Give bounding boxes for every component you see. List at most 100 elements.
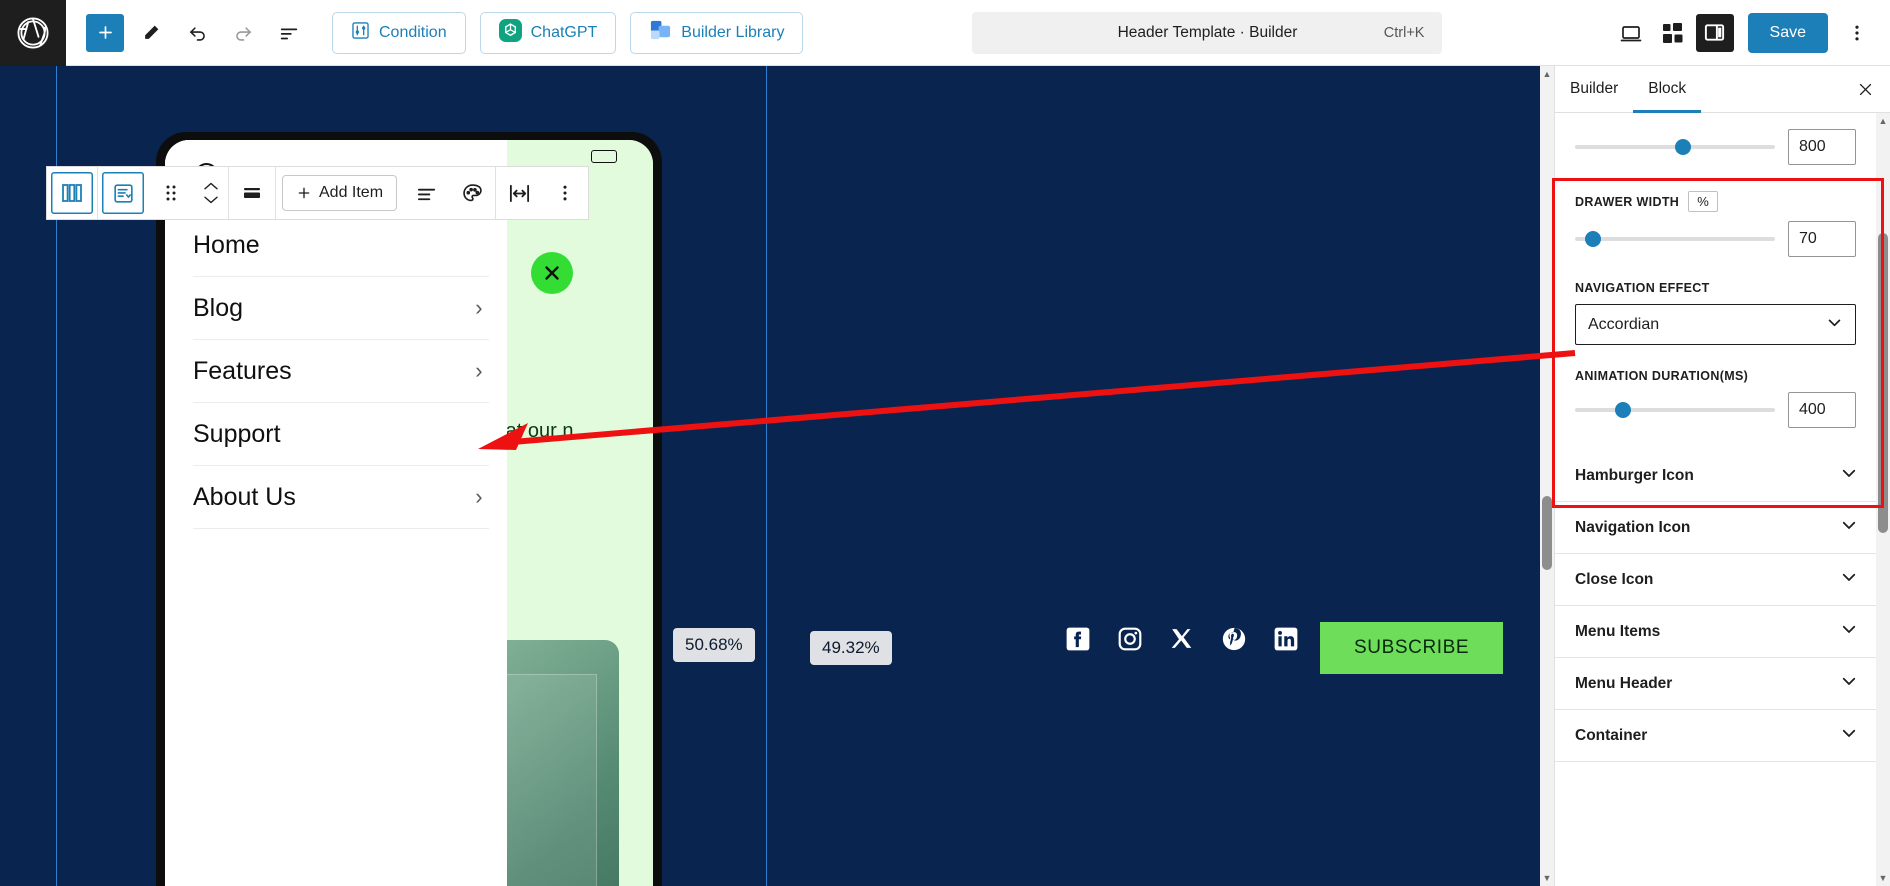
accordion-navigation-icon[interactable]: Navigation Icon xyxy=(1555,502,1876,554)
animation-duration-slider[interactable] xyxy=(1575,398,1775,422)
top-slider-value[interactable]: 800 xyxy=(1788,129,1856,165)
navigation-effect-select[interactable]: Accordian xyxy=(1575,304,1856,345)
settings-sidebar-icon[interactable] xyxy=(1695,13,1734,52)
chevron-right-icon[interactable]: › xyxy=(475,484,488,510)
blocks-icon[interactable] xyxy=(1654,14,1692,52)
chevron-right-icon[interactable]: › xyxy=(475,295,488,321)
move-up-down-icon[interactable] xyxy=(194,181,228,205)
accordion-close-icon[interactable]: Close Icon xyxy=(1555,554,1876,606)
chatgpt-button[interactable]: ChatGPT xyxy=(479,11,617,54)
canvas-scrollbar[interactable]: ▲ ▼ xyxy=(1540,66,1554,886)
tab-builder[interactable]: Builder xyxy=(1555,66,1633,113)
redo-icon[interactable] xyxy=(224,14,262,52)
chevron-down-icon xyxy=(1826,314,1843,336)
block-toolbar: Add Item xyxy=(46,166,590,220)
instagram-icon[interactable] xyxy=(1117,626,1143,652)
column-width-badge-left: 50.68% xyxy=(673,628,755,662)
accordion-label: Hamburger Icon xyxy=(1575,466,1694,484)
accordion-menu-items[interactable]: Menu Items xyxy=(1555,606,1876,658)
wordpress-logo-icon[interactable] xyxy=(0,0,66,66)
accordion-menu-header[interactable]: Menu Header xyxy=(1555,658,1876,710)
drag-handle-icon[interactable] xyxy=(148,167,194,219)
menu-item-home[interactable]: Home xyxy=(193,214,489,277)
accordion-label: Navigation Icon xyxy=(1575,518,1691,536)
add-block-button[interactable] xyxy=(86,13,124,52)
block-type-icon[interactable] xyxy=(102,172,144,214)
scroll-up-icon[interactable]: ▲ xyxy=(1540,66,1554,82)
chevron-right-icon[interactable]: › xyxy=(475,358,488,384)
tab-block[interactable]: Block xyxy=(1633,66,1701,113)
top-slider[interactable] xyxy=(1575,135,1775,159)
undo-icon[interactable] xyxy=(178,14,216,52)
pinterest-icon[interactable] xyxy=(1221,626,1247,652)
command-bar-wrapper: Header Template · Builder Ctrl+K xyxy=(803,11,1611,54)
save-button[interactable]: Save xyxy=(1747,12,1828,53)
chatgpt-label: ChatGPT xyxy=(530,23,598,41)
navigation-effect-value: Accordian xyxy=(1588,315,1660,333)
align-text-icon[interactable] xyxy=(403,167,449,219)
drawer-width-control: Drawer Width % 70 xyxy=(1555,169,1876,261)
align-block-icon[interactable] xyxy=(229,167,275,219)
canvas-guide-center xyxy=(766,66,767,886)
animation-duration-value[interactable]: 400 xyxy=(1788,392,1856,428)
panel-body: 800 Drawer Width % 70 xyxy=(1555,113,1890,886)
phone-screen: 9:41 Inc. We bring to de. Our team the r… xyxy=(165,140,653,886)
top-toolbar-right: Save xyxy=(1612,12,1890,53)
desktop-view-icon[interactable] xyxy=(1612,14,1650,52)
animation-duration-control: Animation Duration(ms) 400 xyxy=(1555,349,1876,450)
menu-item-features[interactable]: Features › xyxy=(193,340,489,403)
sliders-icon xyxy=(351,21,370,45)
facebook-icon[interactable] xyxy=(1065,626,1091,652)
builder-library-button[interactable]: Builder Library xyxy=(630,11,804,54)
color-palette-icon[interactable] xyxy=(449,167,495,219)
chevron-down-icon xyxy=(1840,672,1858,695)
accordion-hamburger-icon[interactable]: Hamburger Icon xyxy=(1555,450,1876,502)
canvas-scroll-thumb[interactable] xyxy=(1542,496,1552,570)
document-title: Header Template · Builder xyxy=(1117,23,1298,41)
menu-item-blog[interactable]: Blog › xyxy=(193,277,489,340)
list-view-icon[interactable] xyxy=(270,14,308,52)
social-icons-row xyxy=(1065,626,1299,652)
menu-item-label: Support xyxy=(193,419,281,448)
drawer-width-value[interactable]: 70 xyxy=(1788,221,1856,257)
panel-scrollbar[interactable]: ▲ ▼ xyxy=(1876,113,1890,886)
chevron-down-icon xyxy=(1840,620,1858,643)
accordion-container[interactable]: Container xyxy=(1555,710,1876,762)
menu-item-label: Features xyxy=(193,356,292,385)
mobile-menu-drawer: Menu Home Blog › Features › xyxy=(165,140,507,886)
menu-item-support[interactable]: Support xyxy=(193,403,489,466)
more-options-icon[interactable] xyxy=(1838,14,1876,52)
edit-pencil-icon[interactable] xyxy=(132,14,170,52)
accordion-label: Menu Items xyxy=(1575,622,1661,640)
panel-scroll-thumb[interactable] xyxy=(1878,233,1888,533)
command-shortcut: Ctrl+K xyxy=(1383,24,1425,41)
columns-icon[interactable] xyxy=(51,172,93,214)
stretch-width-icon[interactable] xyxy=(496,167,542,219)
chevron-down-icon xyxy=(1840,568,1858,591)
editor-body: 9:41 Inc. We bring to de. Our team the r… xyxy=(0,66,1890,886)
scroll-up-icon[interactable]: ▲ xyxy=(1876,113,1890,129)
subscribe-button[interactable]: SUBSCRIBE xyxy=(1320,622,1504,674)
linkedin-icon[interactable] xyxy=(1273,626,1299,652)
column-width-badge-right: 49.32% xyxy=(810,631,892,665)
scroll-down-icon[interactable]: ▼ xyxy=(1876,870,1890,886)
close-circle-icon[interactable] xyxy=(531,252,573,294)
condition-button[interactable]: Condition xyxy=(332,11,466,54)
add-item-label: Add Item xyxy=(319,184,384,201)
command-bar[interactable]: Header Template · Builder Ctrl+K xyxy=(972,11,1443,54)
menu-item-about-us[interactable]: About Us › xyxy=(193,466,489,529)
add-item-button[interactable]: Add Item xyxy=(282,175,398,211)
drawer-width-unit[interactable]: % xyxy=(1688,191,1719,212)
chevron-down-icon xyxy=(1840,724,1858,747)
accordion-label: Container xyxy=(1575,726,1648,744)
more-options-icon[interactable] xyxy=(542,167,588,219)
condition-label: Condition xyxy=(379,23,447,41)
library-icon xyxy=(649,19,672,47)
chatgpt-icon xyxy=(498,18,522,47)
drawer-width-label: Drawer Width xyxy=(1575,194,1680,209)
scroll-down-icon[interactable]: ▼ xyxy=(1540,870,1554,886)
editor-canvas[interactable]: 9:41 Inc. We bring to de. Our team the r… xyxy=(0,66,1554,886)
drawer-width-slider[interactable] xyxy=(1575,227,1775,251)
x-twitter-icon[interactable] xyxy=(1169,626,1195,652)
close-icon[interactable] xyxy=(1853,77,1878,102)
